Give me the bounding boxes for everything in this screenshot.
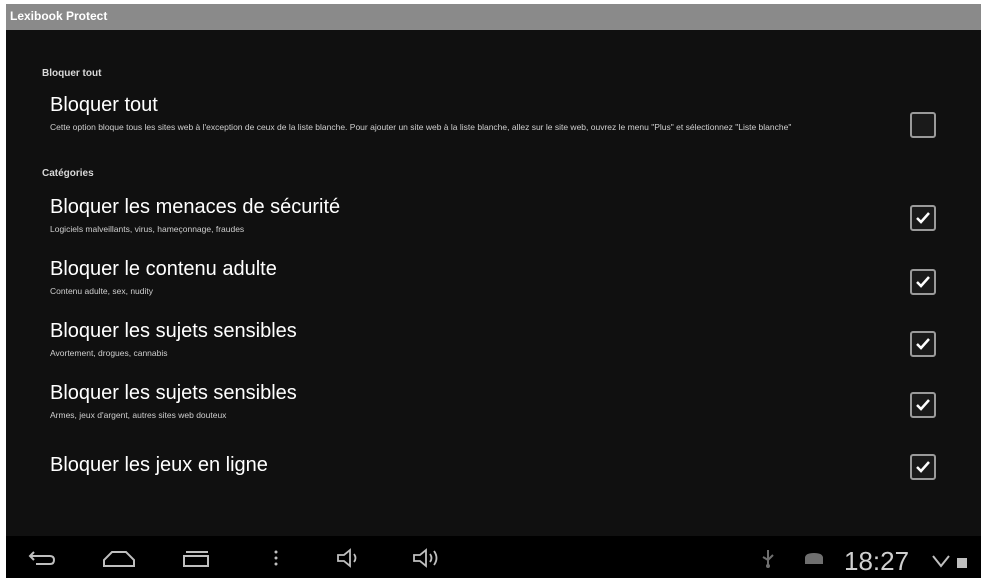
setting-bloquer-tout[interactable]: Bloquer tout Cette option bloque tous le… (50, 94, 980, 154)
section-header-categories: Catégories (42, 168, 94, 179)
checkbox-sujets-sensibles-2[interactable] (910, 392, 936, 418)
wifi-icon (932, 554, 950, 573)
back-button[interactable] (24, 544, 60, 572)
home-icon (103, 551, 135, 567)
setting-summary: Avortement, drogues, cannabis (50, 348, 168, 358)
app-title: Lexibook Protect (10, 9, 108, 23)
usb-icon (760, 548, 776, 573)
settings-list: Bloquer tout Bloquer tout Cette option b… (6, 30, 981, 536)
menu-icon (274, 550, 278, 566)
section-header-bloquer-tout: Bloquer tout (42, 68, 102, 79)
setting-sujets-sensibles-2[interactable]: Bloquer les sujets sensibles Armes, jeux… (50, 382, 980, 434)
status-clock: 18:27 (844, 546, 910, 576)
tablet-screen: Lexibook Protect Bloquer tout Bloquer to… (6, 4, 981, 578)
setting-summary: Armes, jeux d'argent, autres sites web d… (50, 410, 227, 420)
checkbox-contenu-adulte[interactable] (910, 269, 936, 295)
battery-icon (956, 556, 968, 574)
volume-down-button[interactable] (332, 544, 368, 572)
setting-jeux-en-ligne[interactable]: Bloquer les jeux en ligne (50, 454, 980, 494)
volume-up-button[interactable] (410, 544, 446, 572)
checkbox-menaces-securite[interactable] (910, 205, 936, 231)
home-button[interactable] (100, 544, 136, 572)
checkmark-icon (916, 212, 930, 224)
setting-summary: Cette option bloque tous les sites web à… (50, 122, 792, 132)
system-navigation-bar: 18:27 (6, 536, 981, 578)
setting-title: Bloquer les menaces de sécurité (50, 196, 341, 218)
setting-contenu-adulte[interactable]: Bloquer le contenu adulte Contenu adulte… (50, 258, 980, 310)
checkmark-icon (916, 276, 930, 288)
setting-title: Bloquer tout (50, 94, 158, 116)
recent-apps-icon (183, 551, 209, 567)
checkmark-icon (916, 399, 930, 411)
setting-title: Bloquer les sujets sensibles (50, 382, 297, 404)
checkbox-bloquer-tout[interactable] (910, 112, 936, 138)
back-icon (28, 551, 56, 565)
checkmark-icon (916, 461, 930, 473)
checkmark-icon (916, 338, 930, 350)
title-bar: Lexibook Protect (6, 4, 981, 30)
setting-menaces-securite[interactable]: Bloquer les menaces de sécurité Logiciel… (50, 196, 980, 248)
volume-down-icon (337, 548, 357, 568)
setting-title: Bloquer le contenu adulte (50, 258, 277, 280)
setting-summary: Contenu adulte, sex, nudity (50, 286, 154, 296)
setting-summary: Logiciels malveillants, virus, hameçonna… (50, 224, 245, 234)
checkbox-sujets-sensibles-1[interactable] (910, 331, 936, 357)
setting-sujets-sensibles-1[interactable]: Bloquer les sujets sensibles Avortement,… (50, 320, 980, 372)
android-icon (802, 550, 826, 571)
volume-up-icon (413, 548, 438, 568)
recent-apps-button[interactable] (178, 544, 214, 572)
checkbox-jeux-en-ligne[interactable] (910, 454, 936, 480)
setting-title: Bloquer les jeux en ligne (50, 454, 268, 476)
menu-button[interactable] (258, 544, 294, 572)
setting-title: Bloquer les sujets sensibles (50, 320, 297, 342)
